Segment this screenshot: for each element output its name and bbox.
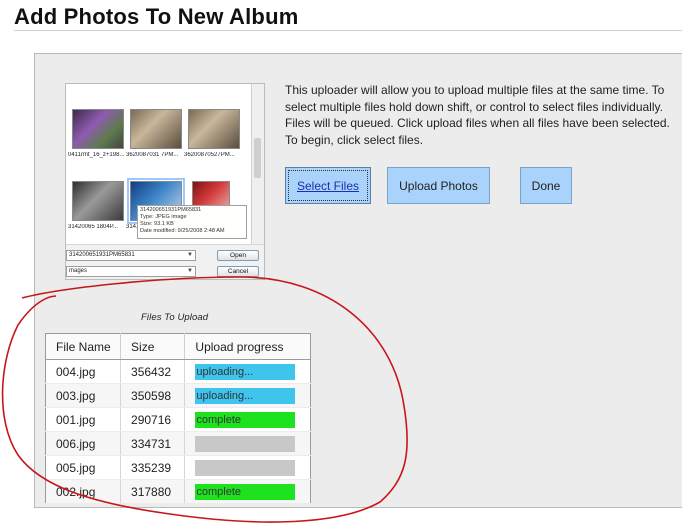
chevron-down-icon: ▼ <box>187 252 193 258</box>
page-title: Add Photos To New Album <box>14 4 299 29</box>
tooltip-line: Type: JPEG image <box>140 214 187 220</box>
cell-file-name: 003.jpg <box>45 383 122 408</box>
cell-file-name: 005.jpg <box>45 455 122 480</box>
uploader-instructions: This uploader will allow you to upload m… <box>285 83 670 147</box>
filename-value: 314200651931PM65831 <box>69 252 135 258</box>
done-button[interactable]: Done <box>520 167 572 204</box>
filetype-field: mages ▼ <box>66 266 196 277</box>
cell-file-name: 004.jpg <box>45 359 122 384</box>
progress-bar: uploading... <box>195 387 296 404</box>
thumbnail-item: 0411rmt_16_z+198... <box>68 109 126 169</box>
progress-bar <box>195 435 296 452</box>
filename-field: 314200651931PM65831 ▼ <box>66 250 196 261</box>
chevron-down-icon: ▼ <box>187 268 193 274</box>
thumbnail-label: 3620087031 7PM... <box>126 152 179 158</box>
cell-upload-progress: uploading... <box>184 383 311 408</box>
progress-bar: uploading... <box>195 363 296 380</box>
dialog-cancel-button: Cancel <box>217 266 259 277</box>
queue-caption: Files To Upload <box>141 312 209 323</box>
upload-photos-button[interactable]: Upload Photos <box>387 167 490 204</box>
progress-status-text: complete <box>196 413 242 426</box>
cell-size: 290716 <box>120 407 186 432</box>
dialog-open-button: Open <box>217 250 259 261</box>
cell-file-name: 001.jpg <box>45 407 122 432</box>
file-dialog-screenshot: 0411rmt_16_z+198... 3620087031 7PM... 36… <box>65 83 265 280</box>
column-header-upload-progress: Upload progress <box>184 333 311 360</box>
select-files-label: Select Files <box>296 178 360 193</box>
progress-status-text: uploading... <box>196 389 254 402</box>
photo-thumbnail <box>130 109 182 149</box>
file-tooltip: 314200651931PM65831 Type: JPEG image Siz… <box>137 205 247 239</box>
table-row: 006.jpg 334731 <box>45 431 311 456</box>
filetype-value: mages <box>69 268 88 274</box>
table-row: 003.jpg 350598 uploading... <box>45 383 311 408</box>
thumbnail-label: 36200870527PM... <box>184 152 235 158</box>
cell-upload-progress: complete <box>184 407 311 432</box>
photo-thumbnail <box>188 109 240 149</box>
cell-upload-progress <box>184 431 311 456</box>
cell-size: 335239 <box>120 455 186 480</box>
column-header-size: Size <box>120 333 186 360</box>
cell-size: 356432 <box>120 359 186 384</box>
table-header-row: File Name Size Upload progress <box>45 333 311 360</box>
cell-file-name: 006.jpg <box>45 431 122 456</box>
dialog-scrollbar <box>251 84 264 244</box>
thumbnail-item: 36200870527PM... <box>184 109 242 169</box>
thumbnail-item: 3620087031 7PM... <box>126 109 184 169</box>
cell-size: 334731 <box>120 431 186 456</box>
tooltip-line: 314200651931PM65831 <box>140 207 202 213</box>
cell-size: 350598 <box>120 383 186 408</box>
title-divider <box>14 30 682 31</box>
thumbnail-label: 0411rmt_16_z+198... <box>68 152 125 158</box>
progress-status-text: uploading... <box>196 365 254 378</box>
scrollbar-thumb <box>254 138 261 178</box>
thumbnail-item: 31420065 1804P... <box>68 181 126 241</box>
cell-upload-progress: complete <box>184 479 311 504</box>
progress-bar <box>195 459 296 476</box>
photo-thumbnail <box>72 109 124 149</box>
table-row: 002.jpg 317880 complete <box>45 479 311 504</box>
tooltip-line: Date modified: 9/25/2008 2:48 AM <box>140 228 225 234</box>
select-files-button[interactable]: Select Files <box>285 167 371 204</box>
progress-bar: complete <box>195 483 296 500</box>
dialog-bottom-bar: 314200651931PM65831 ▼ mages ▼ Open Cance… <box>66 244 264 279</box>
cell-upload-progress <box>184 455 311 480</box>
thumbnail-label: 31420065 1804P... <box>68 224 118 230</box>
upload-queue-table: File Name Size Upload progress 004.jpg 35… <box>45 333 311 504</box>
progress-status-text: complete <box>196 485 242 498</box>
tooltip-line: Size: 93.1 KB <box>140 221 174 227</box>
cell-upload-progress: uploading... <box>184 359 311 384</box>
cell-file-name: 002.jpg <box>45 479 122 504</box>
table-row: 001.jpg 290716 complete <box>45 407 311 432</box>
table-row: 004.jpg 356432 uploading... <box>45 359 311 384</box>
progress-bar: complete <box>195 411 296 428</box>
table-row: 005.jpg 335239 <box>45 455 311 480</box>
cell-size: 317880 <box>120 479 186 504</box>
column-header-file-name: File Name <box>45 333 122 360</box>
photo-thumbnail <box>72 181 124 221</box>
